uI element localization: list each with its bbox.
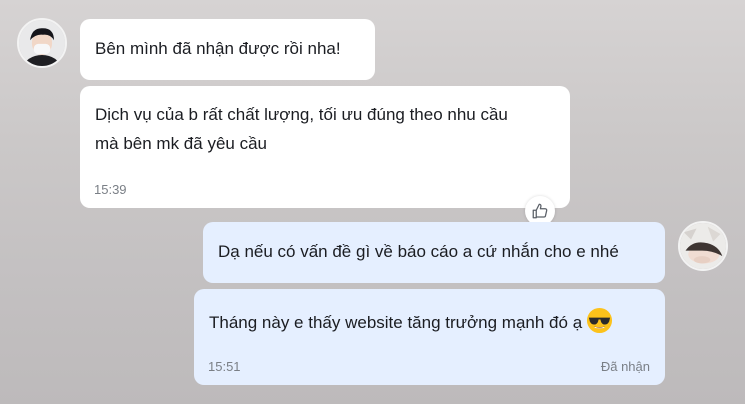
message-text: Bên mình đã nhận được rồi nha! xyxy=(95,39,341,58)
message-text-line: Dịch vụ của b rất chất lượng, tối ưu đún… xyxy=(95,105,508,124)
message-text: Tháng này e thấy website tăng trưởng mạn… xyxy=(209,307,613,343)
incoming-message-bubble[interactable]: Bên mình đã nhận được rồi nha! xyxy=(80,19,375,80)
outgoing-message-bubble[interactable]: Tháng này e thấy website tăng trưởng mạn… xyxy=(194,289,665,385)
outgoing-message-bubble[interactable]: Dạ nếu có vấn đề gì về báo cáo a cứ nhắn… xyxy=(203,222,665,283)
incoming-message-bubble[interactable]: Dịch vụ của b rất chất lượng, tối ưu đún… xyxy=(80,86,570,208)
message-text-line: mà bên mk đã yêu cầu xyxy=(95,134,267,153)
message-time: 15:39 xyxy=(94,182,127,197)
sunglasses-emoji-icon xyxy=(586,307,613,343)
user-avatar[interactable] xyxy=(678,221,728,271)
delivery-status: Đã nhận xyxy=(600,359,650,374)
message-time: 15:51 xyxy=(208,359,241,374)
message-text: Dạ nếu có vấn đề gì về báo cáo a cứ nhắn… xyxy=(218,242,619,261)
contact-avatar[interactable] xyxy=(17,18,67,68)
message-text-content: Tháng này e thấy website tăng trưởng mạn… xyxy=(209,313,583,332)
